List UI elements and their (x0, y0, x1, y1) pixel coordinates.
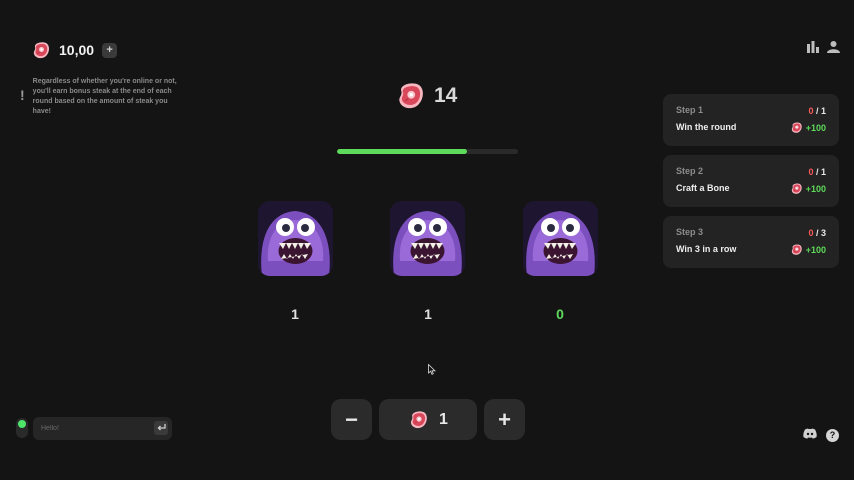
discord-icon[interactable] (803, 426, 817, 444)
chat-box (33, 417, 172, 440)
monster-card-2[interactable] (390, 201, 465, 276)
bonus-info-text: Regardless of whether you're online or n… (32, 78, 177, 115)
step-progress: 0 / 3 (808, 228, 826, 238)
step-label: Step 2 (676, 166, 704, 176)
online-dot-icon (18, 420, 26, 428)
send-button[interactable] (154, 421, 168, 435)
steak-icon (395, 80, 426, 111)
monster-count-1: 1 (291, 306, 299, 322)
step-card-3: Step 3 0 / 3 Win 3 in a row +100 (663, 216, 839, 268)
user-icon[interactable] (827, 40, 840, 58)
steak-icon (790, 182, 803, 195)
increase-bet-button[interactable]: + (484, 399, 525, 440)
step-reward: +100 (790, 182, 826, 195)
round-progress-bar (337, 149, 518, 154)
monster-count-2: 1 (424, 306, 432, 322)
steak-icon (790, 243, 803, 256)
chat-input[interactable] (41, 422, 141, 435)
step-progress: 0 / 1 (808, 167, 826, 177)
leaderboard-icon[interactable] (807, 40, 819, 58)
monster-count-3: 0 (556, 306, 564, 322)
step-card-2: Step 2 0 / 1 Craft a Bone +100 (663, 155, 839, 207)
step-reward: +100 (790, 121, 826, 134)
online-status (16, 418, 28, 438)
step-label: Step 1 (676, 105, 704, 115)
step-reward: +100 (790, 243, 826, 256)
monster-card-3[interactable] (523, 201, 598, 276)
balance-display: 10,00 + (31, 40, 118, 60)
round-steak-value: 14 (434, 83, 458, 107)
bet-amount-display[interactable]: 1 (379, 399, 477, 440)
step-card-1: Step 1 0 / 1 Win the round +100 (663, 94, 839, 146)
balance-value: 10,00 (59, 42, 95, 58)
header-icons (807, 40, 840, 58)
mouse-cursor-icon (428, 362, 436, 380)
steak-icon (31, 40, 51, 60)
step-task: Win 3 in a row (676, 244, 737, 254)
bet-amount-value: 1 (439, 410, 448, 428)
steak-icon (408, 409, 429, 430)
enter-icon (157, 424, 166, 431)
round-progress-fill (337, 149, 468, 154)
help-icon[interactable]: ? (826, 428, 839, 442)
step-task: Craft a Bone (676, 183, 730, 193)
steak-icon (790, 121, 803, 134)
monster-card-1[interactable] (258, 201, 333, 276)
monster-icon (390, 201, 465, 276)
bonus-info: ! Regardless of whether you're online or… (20, 77, 180, 117)
monster-icon (258, 201, 333, 276)
step-task: Win the round (676, 122, 737, 132)
round-steak-total: 14 (395, 80, 457, 111)
step-progress: 0 / 1 (808, 106, 826, 116)
monster-icon (523, 201, 598, 276)
step-label: Step 3 (676, 227, 704, 237)
decrease-bet-button[interactable]: − (331, 399, 372, 440)
add-balance-button[interactable]: + (102, 42, 118, 58)
alert-icon: ! (20, 87, 25, 103)
footer-icons: ? (803, 426, 839, 444)
